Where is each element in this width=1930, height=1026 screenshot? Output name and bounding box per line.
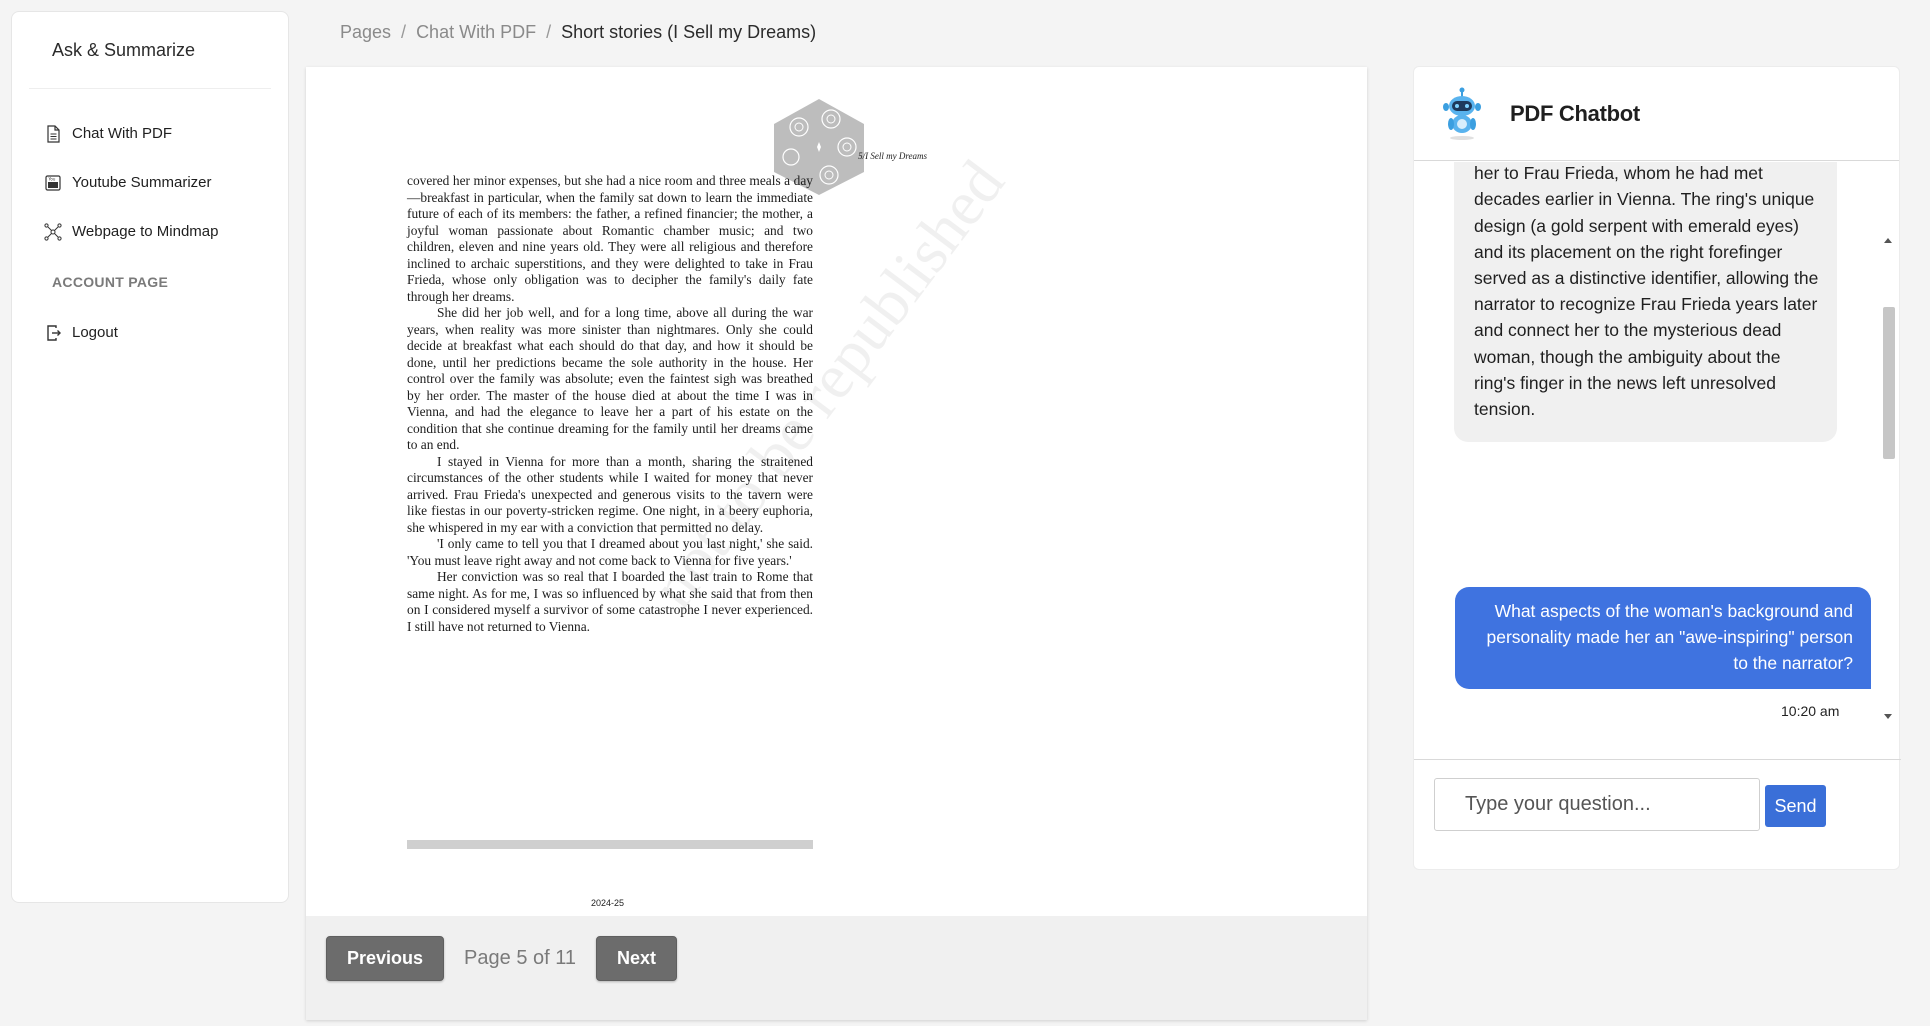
send-button[interactable]: Send <box>1765 785 1826 827</box>
sidebar-item-chat-with-pdf[interactable]: Chat With PDF <box>12 109 288 158</box>
chat-composer: Type your question... Send <box>1414 759 1901 870</box>
message-timestamp: 10:20 am <box>1781 703 1840 719</box>
scrollbar-thumb[interactable] <box>1883 307 1895 459</box>
sidebar-item-label: Youtube Summarizer <box>72 174 212 191</box>
page-paragraph: covered her minor expenses, but she had … <box>407 173 813 304</box>
page-paragraph: She did her job well, and for a long tim… <box>407 305 813 452</box>
logout-icon <box>47 324 61 341</box>
app-brand[interactable]: Ask & Summarize <box>29 12 271 89</box>
breadcrumb-chat-with-pdf[interactable]: Chat With PDF <box>416 22 536 43</box>
sidebar-item-webpage-to-mindmap[interactable]: Webpage to Mindmap <box>12 207 288 256</box>
sidebar-item-label: Chat With PDF <box>72 125 173 142</box>
pdf-viewer: 5/I Sell my Dreams not to be republished… <box>306 67 1367 1020</box>
sidebar-item-logout[interactable]: Logout <box>12 308 288 357</box>
page-footer: 2024-25 <box>591 898 625 908</box>
chat-header: PDF Chatbot <box>1414 67 1899 161</box>
svg-text:You: You <box>48 176 56 181</box>
chat-panel: PDF Chatbot significant to the narrator … <box>1413 66 1901 870</box>
breadcrumb-separator: / <box>401 22 407 42</box>
sidebar-nav: Chat With PDF You Youtube Summarizer Web… <box>12 89 288 357</box>
breadcrumb: Pages / Chat With PDF / Short stories (I… <box>340 22 816 43</box>
page-body-text: covered her minor expenses, but she had … <box>407 173 813 635</box>
user-message: What aspects of the woman's background a… <box>1455 587 1871 689</box>
account-section-heading: ACCOUNT PAGE <box>52 274 169 290</box>
sidebar: Ask & Summarize Chat With PDF You Youtub… <box>11 11 289 903</box>
document-icon <box>47 124 60 143</box>
robot-icon <box>1443 87 1481 140</box>
page-divider-bar <box>407 840 813 849</box>
sidebar-item-label: Logout <box>72 324 118 341</box>
breadcrumb-separator: / <box>546 22 552 42</box>
pager-controls: Previous Page 5 of 11 Next <box>326 936 678 981</box>
previous-button[interactable]: Previous <box>326 936 445 981</box>
page-running-header: 5/I Sell my Dreams <box>858 151 927 161</box>
chat-messages[interactable]: significant to the narrator because it l… <box>1414 162 1901 728</box>
scroll-up-icon[interactable] <box>1884 238 1892 243</box>
mindmap-icon <box>44 222 62 241</box>
youtube-icon: You <box>45 174 61 191</box>
sidebar-item-youtube-summarizer[interactable]: You Youtube Summarizer <box>12 158 288 207</box>
chat-scrollbar[interactable] <box>1880 162 1898 728</box>
bot-message: significant to the narrator because it l… <box>1454 162 1837 443</box>
page-paragraph: Her conviction was so real that I boarde… <box>407 569 813 634</box>
page-indicator: Page 5 of 11 <box>464 947 576 969</box>
breadcrumb-current: Short stories (I Sell my Dreams) <box>561 22 817 42</box>
page-paragraph: 'I only came to tell you that I dreamed … <box>407 536 813 568</box>
pdf-page: 5/I Sell my Dreams not to be republished… <box>306 67 1367 916</box>
question-input[interactable]: Type your question... <box>1434 778 1760 831</box>
next-button[interactable]: Next <box>596 936 678 981</box>
scroll-down-icon[interactable] <box>1884 714 1892 719</box>
breadcrumb-pages[interactable]: Pages <box>340 22 391 43</box>
chat-title: PDF Chatbot <box>1510 100 1640 126</box>
page-paragraph: I stayed in Vienna for more than a month… <box>407 453 813 535</box>
sidebar-item-label: Webpage to Mindmap <box>72 223 219 240</box>
